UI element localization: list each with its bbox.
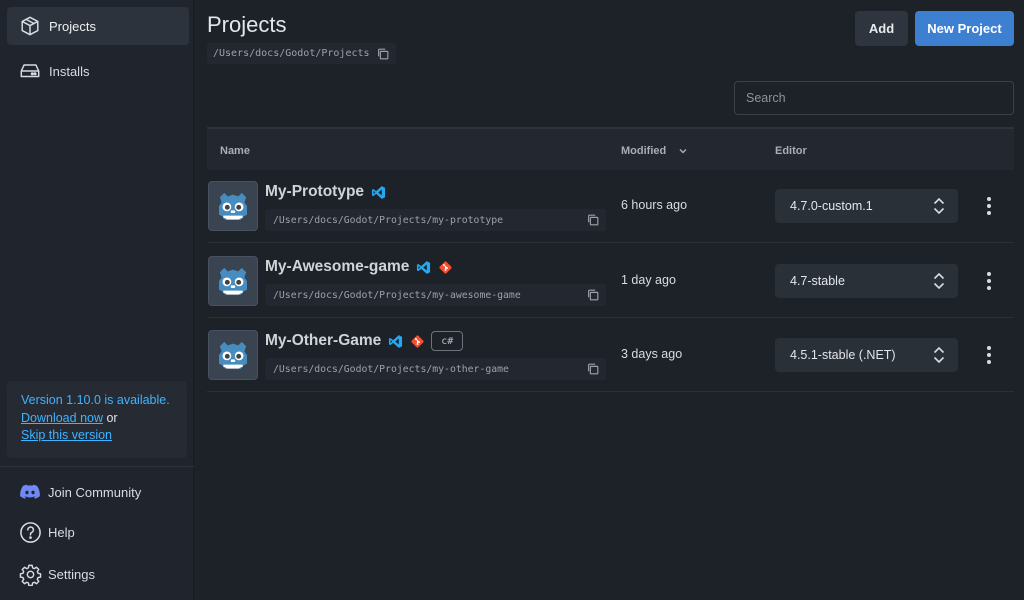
vscode-icon — [415, 259, 431, 275]
box-icon — [19, 15, 41, 37]
sidebar-item-projects[interactable]: Projects — [7, 7, 189, 45]
project-path-text: /Users/docs/Godot/Projects/my-other-game — [273, 363, 509, 375]
column-name[interactable]: Name — [220, 145, 250, 157]
column-modified-label: Modified — [621, 145, 667, 157]
vscode-icon — [370, 184, 386, 200]
project-name-line: My-Awesome-game — [265, 257, 453, 277]
skip-version-link[interactable]: Skip this version — [21, 428, 112, 442]
copy-icon[interactable] — [376, 47, 390, 61]
more-options-icon[interactable] — [982, 194, 996, 218]
update-version-text: Version 1.10.0 is available. — [21, 393, 170, 407]
git-icon — [437, 259, 453, 275]
projects-path: /Users/docs/Godot/Projects — [207, 43, 396, 64]
settings-label: Settings — [48, 566, 95, 582]
chevron-down-icon — [679, 149, 687, 154]
project-path: /Users/docs/Godot/Projects/my-awesome-ga… — [265, 284, 606, 306]
new-project-button[interactable]: New Project — [915, 11, 1014, 46]
modified-time: 3 days ago — [621, 347, 683, 361]
editor-version-value: 4.7-stable — [790, 274, 845, 288]
editor-version-select[interactable]: 4.5.1-stable (.NET) — [775, 338, 958, 372]
help-circle-icon — [18, 520, 42, 544]
csharp-tag: c# — [431, 331, 464, 351]
update-notice: Version 1.10.0 is available. Download no… — [7, 381, 187, 458]
join-community-link[interactable]: Join Community — [18, 480, 141, 504]
godot-icon[interactable] — [208, 330, 258, 380]
project-path: /Users/docs/Godot/Projects/my-other-game — [265, 358, 606, 380]
column-editor[interactable]: Editor — [775, 145, 807, 157]
column-modified[interactable]: Modified — [621, 145, 688, 157]
update-or-text: or — [103, 410, 118, 425]
copy-icon[interactable] — [586, 213, 600, 227]
table-row[interactable]: My-Other-Game c# /Users/docs/Godot/Proje… — [207, 318, 1014, 392]
updown-chevron-icon — [933, 272, 945, 290]
sidebar-item-label: Projects — [49, 18, 96, 34]
join-community-label: Join Community — [48, 484, 142, 500]
drive-icon — [19, 60, 41, 82]
project-name[interactable]: My-Prototype — [265, 183, 364, 201]
discord-icon — [18, 480, 42, 504]
updown-chevron-icon — [933, 346, 945, 364]
project-name[interactable]: My-Other-Game — [265, 332, 381, 350]
editor-version-value: 4.5.1-stable (.NET) — [790, 348, 896, 362]
project-name[interactable]: My-Awesome-game — [265, 258, 409, 276]
project-path-text: /Users/docs/Godot/Projects/my-awesome-ga… — [273, 289, 521, 301]
editor-version-select[interactable]: 4.7.0-custom.1 — [775, 189, 958, 223]
updown-chevron-icon — [933, 197, 945, 215]
project-name-line: My-Other-Game c# — [265, 331, 464, 351]
copy-icon[interactable] — [586, 288, 600, 302]
project-path-text: /Users/docs/Godot/Projects/my-prototype — [273, 214, 504, 226]
sidebar: Projects Installs Version 1.10.0 is avai… — [0, 0, 194, 600]
table-header: Name Modified Editor — [207, 127, 1014, 170]
page-title: Projects — [207, 12, 287, 37]
sidebar-item-label: Installs — [49, 63, 90, 79]
gear-icon — [18, 562, 42, 586]
editor-version-select[interactable]: 4.7-stable — [775, 264, 958, 298]
search-input[interactable] — [734, 81, 1014, 115]
git-icon — [409, 333, 425, 349]
more-options-icon[interactable] — [982, 343, 996, 367]
table-row[interactable]: My-Prototype /Users/docs/Godot/Projects/… — [207, 169, 1014, 243]
project-path: /Users/docs/Godot/Projects/my-prototype — [265, 209, 606, 231]
help-label: Help — [48, 524, 75, 540]
copy-icon[interactable] — [586, 362, 600, 376]
add-button[interactable]: Add — [855, 11, 908, 46]
modified-time: 1 day ago — [621, 273, 676, 287]
modified-time: 6 hours ago — [621, 198, 688, 212]
project-name-line: My-Prototype — [265, 182, 386, 202]
godot-icon[interactable] — [208, 181, 258, 231]
projects-path-text: /Users/docs/Godot/Projects — [213, 48, 370, 59]
sidebar-item-installs[interactable]: Installs — [7, 52, 189, 90]
help-link[interactable]: Help — [18, 520, 75, 544]
table-row[interactable]: My-Awesome-game /Users/docs/Godot/Projec… — [207, 244, 1014, 318]
settings-link[interactable]: Settings — [18, 562, 95, 586]
download-now-link[interactable]: Download now — [21, 411, 103, 425]
vscode-icon — [387, 333, 403, 349]
sidebar-divider — [0, 466, 194, 467]
editor-version-value: 4.7.0-custom.1 — [790, 199, 873, 213]
godot-icon[interactable] — [208, 256, 258, 306]
more-options-icon[interactable] — [982, 269, 996, 293]
